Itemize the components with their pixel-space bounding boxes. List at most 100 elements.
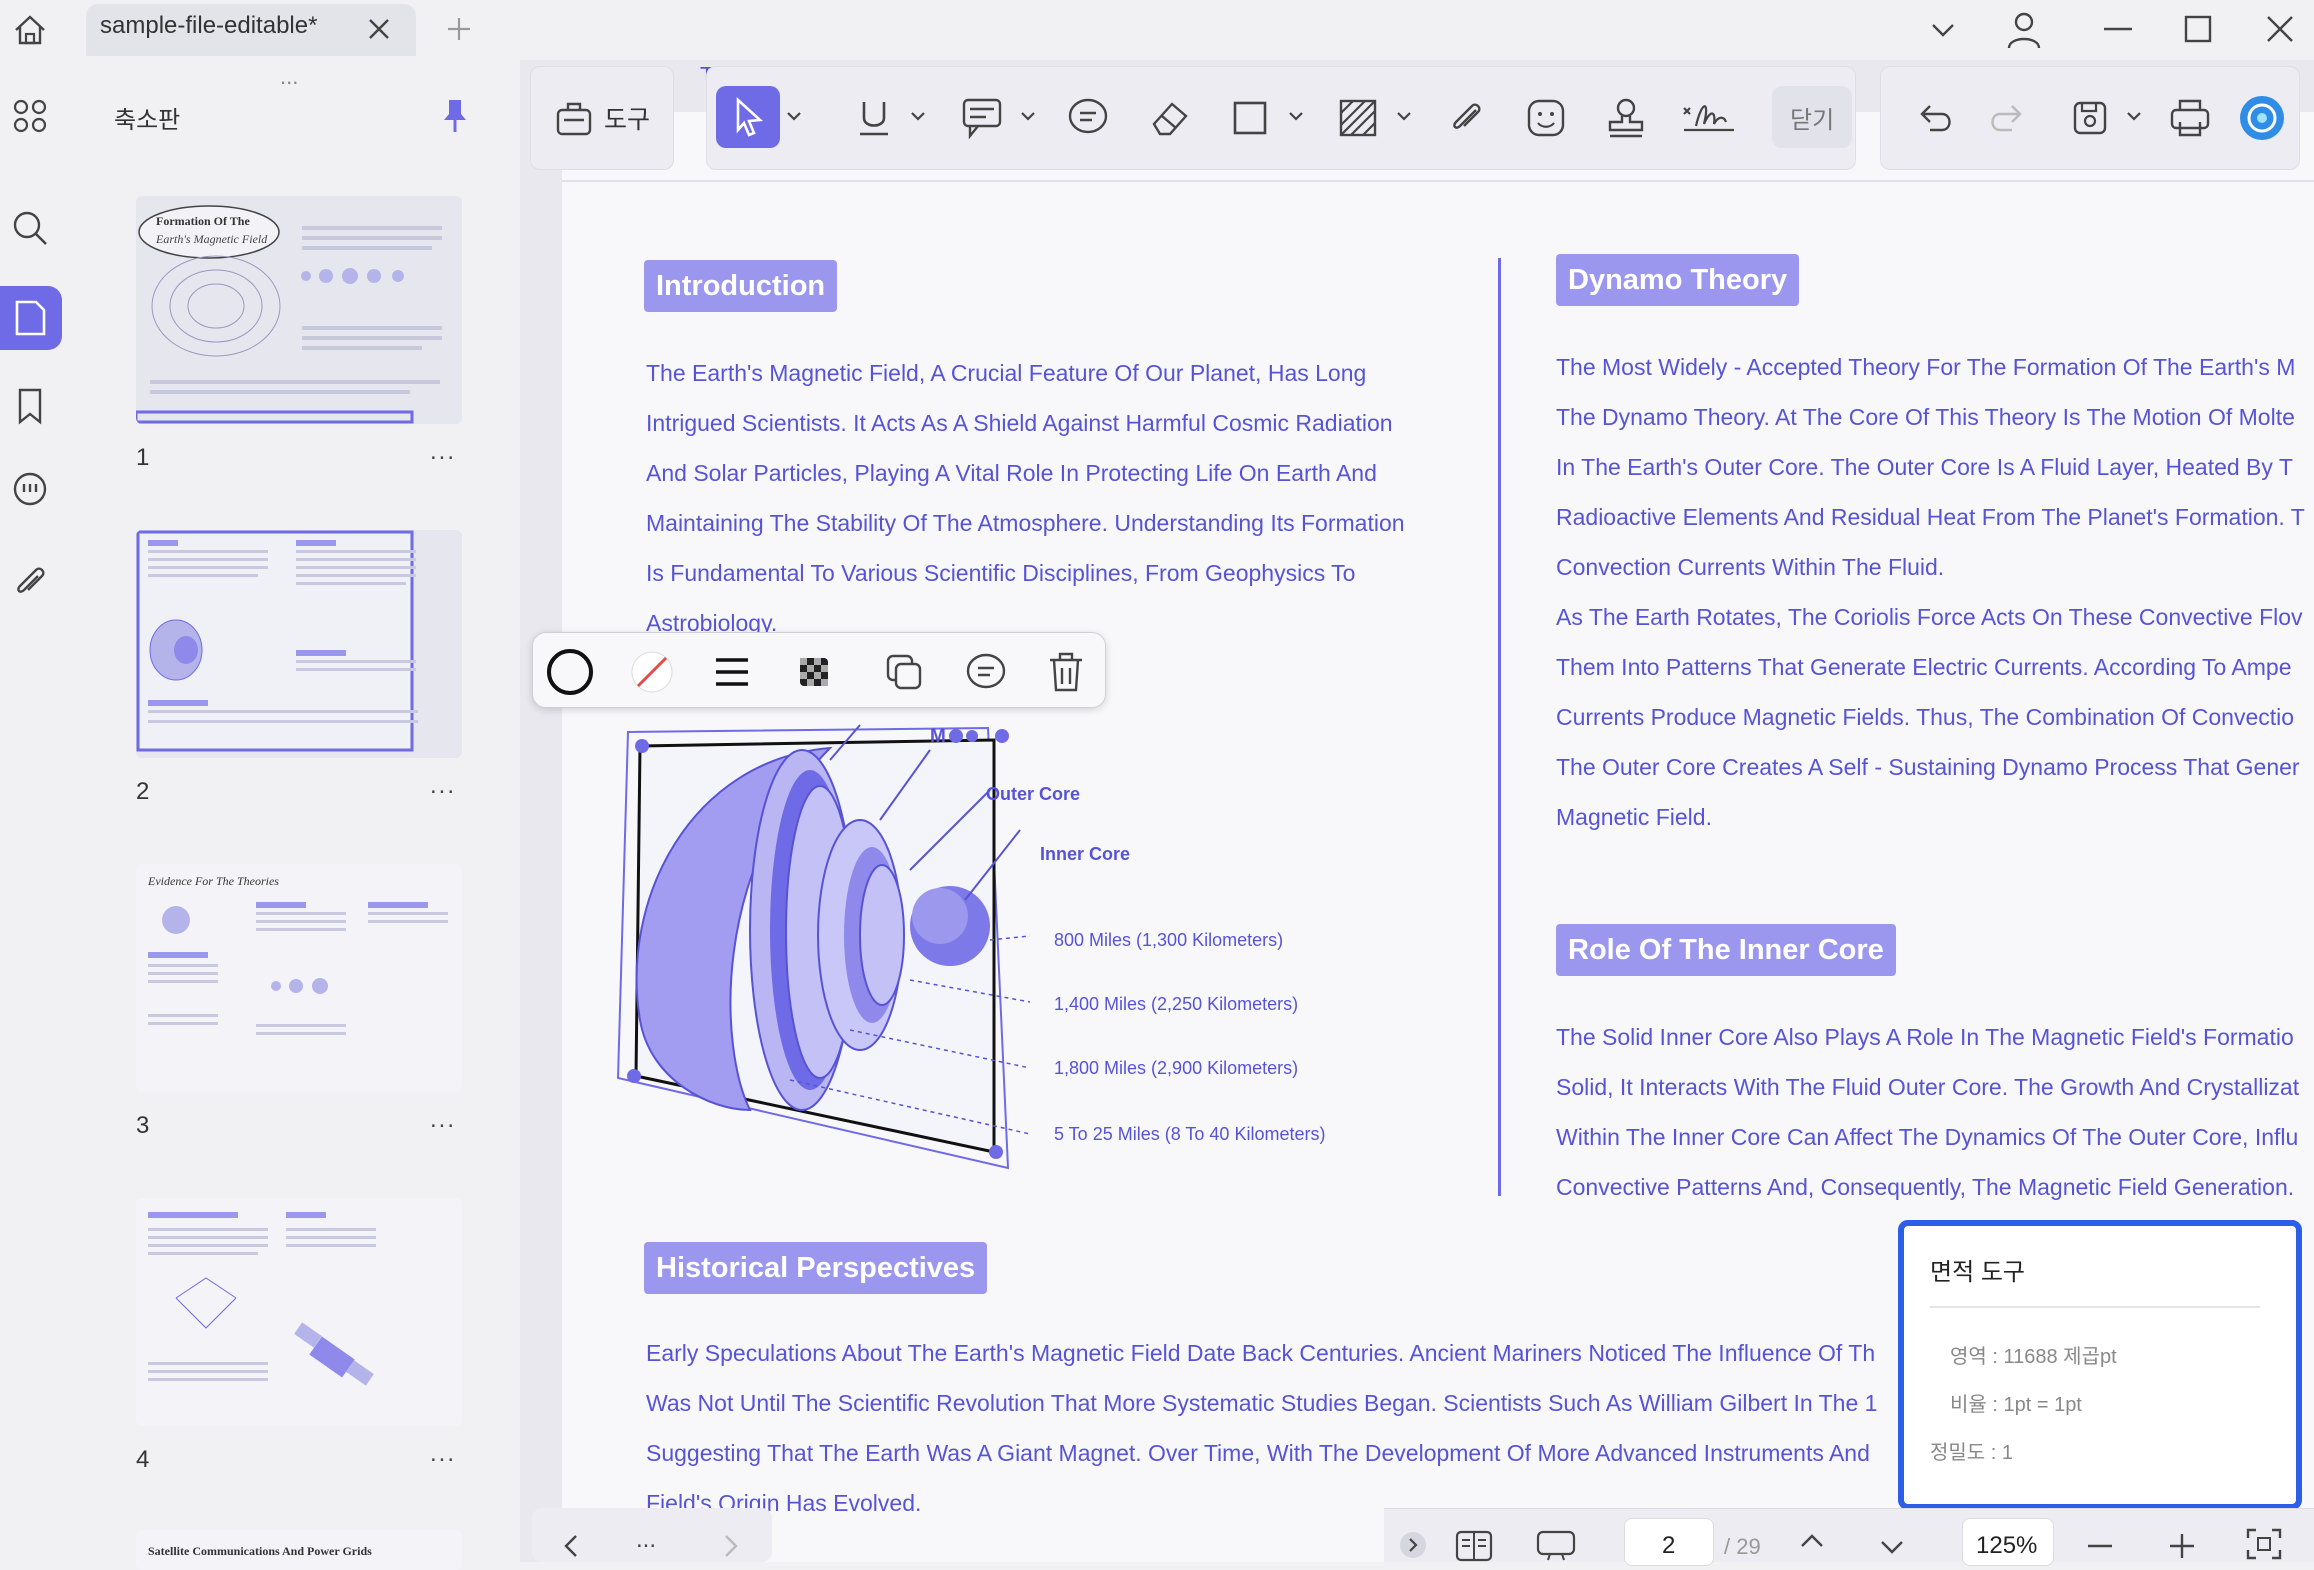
underline-icon[interactable] xyxy=(848,92,900,144)
new-tab-icon[interactable] xyxy=(444,14,474,44)
home-icon[interactable] xyxy=(8,10,52,50)
page-2-more-button[interactable]: ... xyxy=(430,772,456,800)
precision-value: 정밀도 : 1 xyxy=(1930,1442,2013,1464)
page-number-value: 2 xyxy=(1662,1532,1676,1559)
dynamo-heading: Dynamo Theory xyxy=(1556,254,1800,306)
select-tool-button[interactable] xyxy=(716,86,780,148)
eraser-icon[interactable] xyxy=(1144,92,1196,144)
ai-assistant-icon[interactable] xyxy=(2236,92,2288,144)
select-dropdown-icon[interactable] xyxy=(784,106,804,126)
dynamo-line-7: Them Into Patterns That Generate Electri… xyxy=(1556,654,2292,680)
thumbnail-page-4[interactable] xyxy=(136,1198,462,1426)
distance-label-1: 800 Miles (1,300 Kilometers) xyxy=(1054,930,1284,950)
thumbnail-page-3[interactable] xyxy=(136,864,462,1092)
thumb-5-heading: Satellite Communications And Power Grids xyxy=(148,1544,372,1558)
next-page-icon[interactable] xyxy=(1876,1530,1908,1562)
intro-line-5: Is Fundamental To Various Scientific Dis… xyxy=(646,560,1356,586)
fit-page-icon[interactable] xyxy=(2244,1526,2284,1562)
print-icon[interactable] xyxy=(2164,92,2216,144)
stamp-icon[interactable] xyxy=(1600,92,1652,144)
drag-handle[interactable]: ... xyxy=(280,64,298,90)
text-comment-icon[interactable] xyxy=(956,92,1008,144)
shape-dropdown-icon[interactable] xyxy=(1286,106,1306,126)
thumbnail-page-1[interactable] xyxy=(136,196,462,424)
column-divider xyxy=(1498,258,1501,1196)
close-edit-label: 닫기 xyxy=(1790,107,1835,134)
page-thumbnails-icon[interactable] xyxy=(0,288,60,348)
dynamo-line-6: As The Earth Rotates, The Coriolis Force… xyxy=(1556,604,2303,630)
zoom-out-icon[interactable] xyxy=(2084,1530,2116,1562)
note-icon[interactable] xyxy=(1062,92,1114,144)
tools-icon[interactable] xyxy=(548,92,600,144)
attach-file-icon[interactable] xyxy=(1440,92,1492,144)
close-tab-icon[interactable] xyxy=(364,14,394,44)
dynamo-line-5: Convection Currents Within The Fluid. xyxy=(1556,554,1945,580)
intro-line-1: The Earth's Magnetic Field, A Crucial Fe… xyxy=(646,360,1367,386)
maximize-icon[interactable] xyxy=(2180,12,2216,46)
page-edge xyxy=(562,180,2314,182)
rectangle-shape-icon[interactable] xyxy=(1224,92,1276,144)
page-number-3: 3 xyxy=(136,1112,150,1139)
page-number-4: 4 xyxy=(136,1446,150,1473)
attachment-icon[interactable] xyxy=(0,552,60,612)
stroke-color-button[interactable] xyxy=(546,648,594,696)
dynamo-line-10: Magnetic Field. xyxy=(1556,804,1712,830)
underline-dropdown-icon[interactable] xyxy=(908,106,928,126)
bookmark-icon[interactable] xyxy=(0,376,60,436)
outer-core-label: Outer Core xyxy=(986,784,1081,804)
dynamo-line-4: Radioactive Elements And Residual Heat F… xyxy=(1556,504,2305,530)
save-dropdown-icon[interactable] xyxy=(2124,106,2144,126)
panel-title: 축소판 xyxy=(114,107,181,134)
inner-line-3: Within The Inner Core Can Affect The Dyn… xyxy=(1556,1124,2299,1150)
presentation-icon[interactable] xyxy=(1534,1526,1578,1562)
delete-icon[interactable] xyxy=(1044,648,1088,696)
distance-label-3: 1,800 Miles (2,900 Kilometers) xyxy=(1054,1058,1299,1078)
previous-page-icon[interactable] xyxy=(1796,1526,1828,1558)
distance-label-2: 1,400 Miles (2,250 Kilometers) xyxy=(1054,994,1299,1014)
inner-core-label: Inner Core xyxy=(1040,844,1131,864)
duplicate-icon[interactable] xyxy=(882,650,926,694)
page-layout-icon[interactable] xyxy=(1454,1526,1494,1562)
zoom-in-icon[interactable] xyxy=(2166,1530,2198,1562)
save-icon[interactable] xyxy=(2064,92,2116,144)
hist-line-1: Early Speculations About The Earth's Mag… xyxy=(646,1340,1876,1366)
add-comment-icon[interactable] xyxy=(964,650,1008,694)
signature-icon[interactable] xyxy=(1680,92,1738,144)
thumb-3-heading: Evidence For The Theories xyxy=(148,874,279,888)
redo-icon[interactable] xyxy=(1980,92,2032,144)
comments-icon[interactable] xyxy=(0,460,60,520)
account-icon[interactable] xyxy=(2004,8,2044,52)
historical-heading: Historical Perspectives xyxy=(644,1242,988,1294)
page-total: / 29 xyxy=(1724,1534,1761,1559)
comment-dropdown-icon[interactable] xyxy=(1018,106,1038,126)
dynamo-line-2: The Dynamo Theory. At The Core Of This T… xyxy=(1556,404,2295,430)
no-fill-icon[interactable] xyxy=(628,648,676,696)
page-4-more-button[interactable]: ... xyxy=(430,1440,456,1468)
measure-dropdown-icon[interactable] xyxy=(1394,106,1414,126)
thumbnail-page-2[interactable] xyxy=(136,530,462,758)
minimize-icon[interactable] xyxy=(2100,14,2136,44)
area-value: 영역 : 11688 제곱pt xyxy=(1950,1346,2117,1368)
search-icon[interactable] xyxy=(0,198,60,258)
collapse-icon[interactable] xyxy=(1398,1530,1428,1560)
opacity-icon[interactable] xyxy=(792,650,836,694)
dynamo-line-3: In The Earth's Outer Core. The Outer Cor… xyxy=(1556,454,2293,480)
undo-icon[interactable] xyxy=(1910,92,1962,144)
grid-view-icon[interactable] xyxy=(0,86,60,146)
intro-line-2: Intrigued Scientists. It Acts As A Shiel… xyxy=(646,410,1393,436)
pin-icon[interactable] xyxy=(440,96,470,136)
tools-label[interactable]: 도구 xyxy=(604,100,650,136)
chevron-down-icon[interactable] xyxy=(1926,14,1960,46)
page-number-2: 2 xyxy=(136,778,150,805)
close-window-icon[interactable] xyxy=(2262,12,2298,46)
nav-more-button[interactable]: ... xyxy=(636,1526,656,1554)
sticker-icon[interactable] xyxy=(1520,92,1572,144)
thumb-1-heading: Formation Of The xyxy=(156,214,250,228)
page-1-more-button[interactable]: ... xyxy=(430,438,456,466)
area-measure-icon[interactable] xyxy=(1332,92,1384,144)
page-3-more-button[interactable]: ... xyxy=(430,1106,456,1134)
earth-layers-figure[interactable] xyxy=(610,720,1030,1170)
chevron-left-icon[interactable] xyxy=(556,1530,586,1560)
chevron-right-icon[interactable] xyxy=(716,1530,746,1560)
line-weight-icon[interactable] xyxy=(710,650,754,694)
